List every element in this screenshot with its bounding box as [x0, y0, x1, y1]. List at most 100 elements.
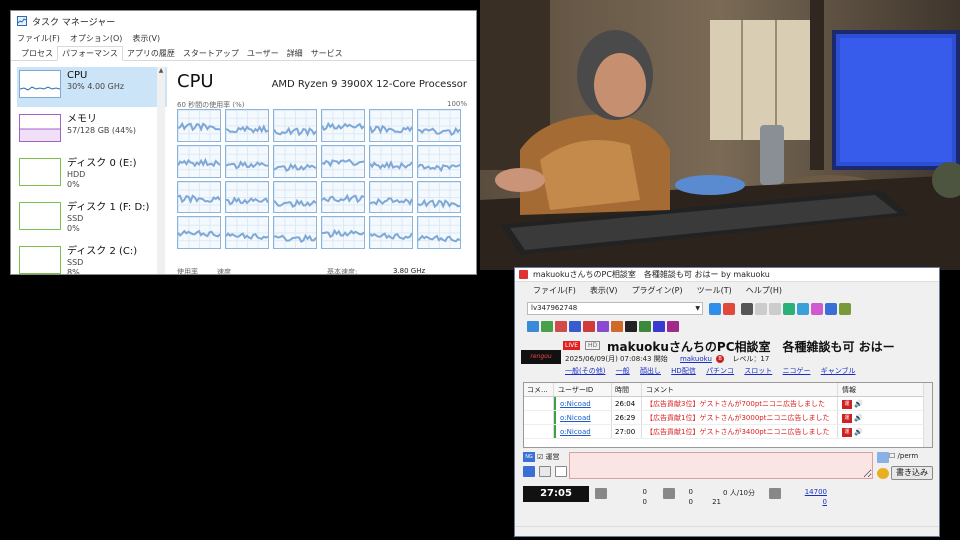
info-icon[interactable] [783, 303, 795, 315]
comment-row[interactable]: o:Nicoad 26:29 【広告貢献1位】ゲストさんが3000ptニコニ広告… [524, 411, 932, 425]
total-link[interactable]: 14700 [795, 488, 827, 496]
column-header-no[interactable]: コメ... [524, 383, 554, 396]
menu-tools[interactable]: ツール(T) [697, 285, 732, 296]
tag-link[interactable]: 顔出し [640, 367, 661, 375]
keyboard-icon[interactable] [523, 466, 535, 477]
task-manager-titlebar[interactable]: タスク マネージャー [11, 11, 476, 31]
tag-link[interactable]: パチンコ [706, 367, 734, 375]
scroll-up-icon[interactable]: ▲ [157, 67, 165, 74]
connect-icon[interactable] [709, 303, 721, 315]
list-icon[interactable] [539, 466, 551, 477]
column-header-time[interactable]: 時間 [612, 383, 642, 396]
tool-icon[interactable] [811, 303, 823, 315]
service-icon[interactable] [639, 321, 651, 332]
menu-file[interactable]: ファイル(F) [533, 285, 576, 296]
tab-performance[interactable]: パフォーマンス [57, 46, 123, 61]
comment-list-scrollbar[interactable] [923, 383, 932, 447]
tab-users[interactable]: ユーザー [243, 47, 283, 60]
toolbar-blank-icon[interactable] [769, 303, 781, 315]
settings-icon[interactable] [839, 303, 851, 315]
service-icon[interactable] [583, 321, 595, 332]
menu-options[interactable]: オプション(O) [70, 33, 123, 44]
comment-user-id[interactable]: o:Nicoad [554, 397, 612, 410]
menu-view[interactable]: 表示(V) [132, 33, 160, 44]
comment-user-id[interactable]: o:Nicoad [554, 425, 612, 438]
resource-usage: 0% [67, 180, 80, 189]
memory-thumbnail-graph [19, 114, 61, 142]
service-icon[interactable] [555, 321, 567, 332]
resource-item-memory[interactable]: メモリ 57/128 GB (44%) [17, 111, 167, 151]
tab-details[interactable]: 詳細 [283, 47, 307, 60]
resource-item-disk0[interactable]: ディスク 0 (E:) HDD 0% [17, 155, 167, 195]
owner-link[interactable]: makuoku [680, 355, 712, 363]
core-graph [273, 109, 317, 142]
core-graph [321, 109, 365, 142]
core-graph [369, 180, 413, 214]
resource-item-disk1[interactable]: ディスク 1 (F: D:) SSD 0% [17, 199, 167, 239]
ad-icon: 運 [842, 427, 852, 437]
service-icon[interactable] [667, 321, 679, 332]
ng-icon[interactable]: NG [523, 452, 535, 462]
status-bar [515, 526, 939, 536]
comment-no [524, 425, 554, 438]
perm-checkbox[interactable]: ☐ /perm [889, 452, 918, 460]
service-icon[interactable] [597, 321, 609, 332]
dropdown-arrow-icon[interactable]: ▼ [695, 303, 700, 314]
unei-checkbox[interactable]: ☑ 運営 [537, 452, 560, 462]
service-icon[interactable] [625, 321, 637, 332]
menu-view[interactable]: 表示(V) [590, 285, 618, 296]
submit-button[interactable]: 書き込み [891, 466, 933, 480]
comment-row[interactable]: o:Nicoad 27:00 【広告貢献1位】ゲストさんが3400ptニコニ広告… [524, 425, 932, 439]
tag-link[interactable]: ニコゲー [783, 367, 811, 375]
comment-info: 運 🔊 [838, 425, 908, 438]
core-graph [321, 216, 365, 249]
comment-user-id[interactable]: o:Nicoad [554, 411, 612, 424]
service-icon[interactable] [569, 321, 581, 332]
comment-viewer-titlebar[interactable]: makuokuさんちのPC相談室 各種雑談も可 おはー by makuoku [515, 268, 939, 282]
tab-app-history[interactable]: アプリの履歴 [123, 47, 179, 60]
unei-label: 運営 [545, 453, 560, 461]
broadcast-id-combobox[interactable]: lv347962748 ▼ [527, 302, 703, 315]
resource-item-disk2[interactable]: ディスク 2 (C:) SSD 8% [17, 243, 167, 274]
checkbox-icon[interactable] [555, 466, 567, 477]
core-graph [369, 109, 413, 142]
tab-services[interactable]: サービス [307, 47, 347, 60]
service-icon[interactable] [541, 321, 553, 332]
user-icon[interactable] [797, 303, 809, 315]
emoji-icon[interactable] [877, 468, 889, 479]
toolbar-blank-icon[interactable] [755, 303, 767, 315]
task-manager-tabs: プロセス パフォーマンス アプリの履歴 スタートアップ ユーザー 詳細 サービス [11, 46, 476, 61]
tag-link[interactable]: 一般(その他) [565, 367, 605, 375]
comment-list[interactable]: コメ... ユーザーID 時間 コメント 情報 o:Nicoad 26:04 【… [523, 382, 933, 448]
disconnect-icon[interactable] [723, 303, 735, 315]
tab-processes[interactable]: プロセス [17, 47, 57, 60]
total-link-2[interactable]: 0 [795, 498, 827, 506]
menu-file[interactable]: ファイル(F) [17, 33, 60, 44]
tag-link[interactable]: ギャンブル [821, 367, 856, 375]
menu-plugin[interactable]: プラグイン(P) [632, 285, 683, 296]
resource-detail: 57/128 GB (44%) [67, 126, 136, 135]
refresh-icon[interactable] [741, 303, 753, 315]
start-time: 2025/06/09(月) 07:08:43 開始 [565, 355, 668, 363]
resource-list-scrollbar[interactable]: ▲ [157, 67, 165, 274]
column-header-user-id[interactable]: ユーザーID [554, 383, 612, 396]
service-icon[interactable] [611, 321, 623, 332]
comment-info: 運 🔊 [838, 397, 908, 410]
comment-row[interactable]: o:Nicoad 26:04 【広告貢献3位】ゲストさんが700ptニコニ広告し… [524, 397, 932, 411]
comment-viewer-app-icon [519, 270, 528, 279]
column-header-info[interactable]: 情報 [838, 383, 908, 396]
tag-list: 一般(その他) 一般 顔出し HD配信 パチンコ スロット ニコゲー ギャンブル [565, 366, 864, 376]
core-graph [417, 144, 461, 178]
service-icon[interactable] [527, 321, 539, 332]
column-header-comment[interactable]: コメント [642, 383, 838, 396]
tag-link[interactable]: スロット [744, 367, 772, 375]
pen-icon[interactable] [877, 452, 889, 463]
menu-help[interactable]: ヘルプ(H) [746, 285, 782, 296]
resource-item-cpu[interactable]: CPU 30% 4.00 GHz [17, 67, 167, 107]
service-icon[interactable] [653, 321, 665, 332]
window-icon[interactable] [825, 303, 837, 315]
tag-link[interactable]: 一般 [616, 367, 630, 375]
tag-link[interactable]: HD配信 [671, 367, 696, 375]
comment-input[interactable] [569, 452, 873, 479]
tab-startup[interactable]: スタートアップ [179, 47, 243, 60]
